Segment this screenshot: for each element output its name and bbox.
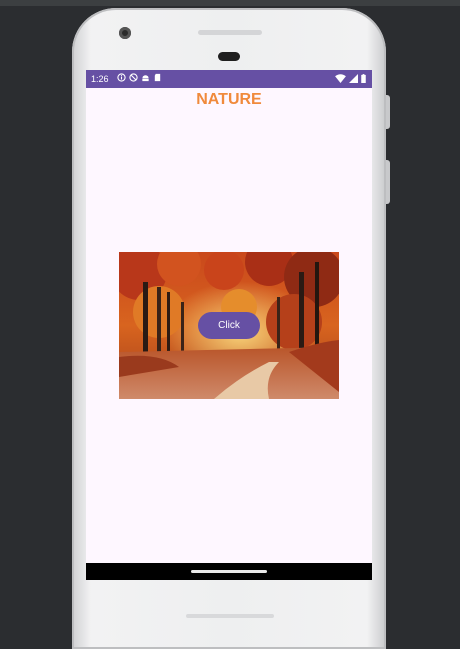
top-speaker-grille bbox=[198, 30, 262, 35]
device-screen: 1:26 NATURE Click bbox=[86, 70, 372, 580]
click-button[interactable]: Click bbox=[198, 312, 260, 339]
wifi-icon bbox=[335, 74, 346, 83]
volume-button bbox=[386, 160, 390, 204]
do-not-disturb-icon bbox=[129, 73, 138, 82]
power-button bbox=[386, 95, 390, 129]
battery-icon bbox=[361, 74, 366, 83]
status-time: 1:26 bbox=[91, 74, 109, 84]
sd-card-icon bbox=[154, 73, 161, 82]
status-bar: 1:26 bbox=[86, 70, 372, 88]
front-camera bbox=[119, 27, 131, 39]
android-icon bbox=[142, 75, 149, 82]
info-icon bbox=[117, 73, 126, 82]
status-right-icons bbox=[335, 74, 366, 83]
bottom-speaker-grille bbox=[186, 614, 274, 618]
page-title: NATURE bbox=[196, 91, 262, 108]
home-gesture-handle[interactable] bbox=[191, 570, 267, 573]
earpiece bbox=[218, 52, 240, 61]
ide-top-strip bbox=[0, 0, 460, 6]
navigation-bar bbox=[86, 563, 372, 580]
status-left-icons bbox=[117, 73, 162, 82]
signal-icon bbox=[349, 74, 358, 83]
